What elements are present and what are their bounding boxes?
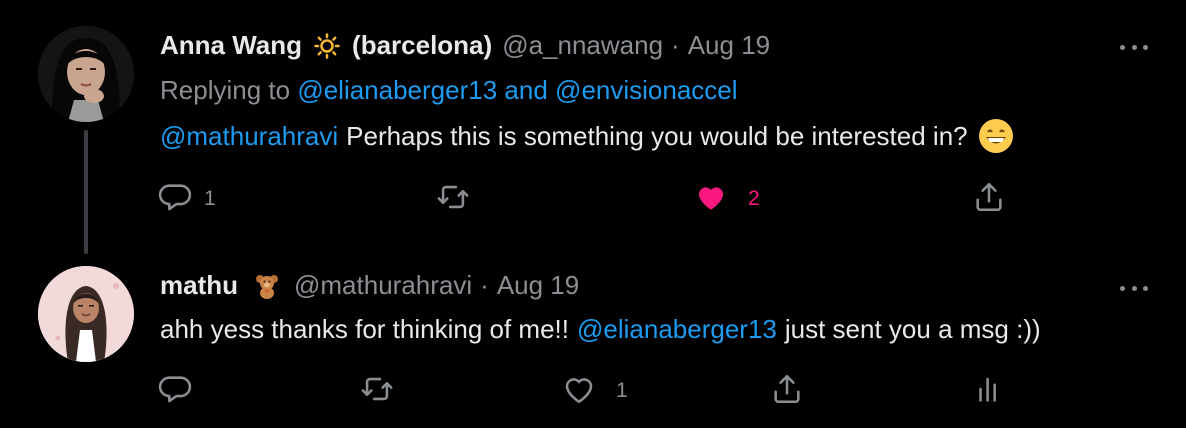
author-name[interactable]: mathu (160, 270, 238, 301)
tweet-text: @mathurahravi Perhaps this is something … (160, 118, 1014, 154)
tweet-date[interactable]: Aug 19 (688, 30, 770, 61)
thread-connector (84, 130, 88, 254)
teddy-bear-emoji (254, 273, 280, 299)
tweet-mathu[interactable]: mathu @mathurahravi · Aug 19 ahh yess th… (0, 248, 1186, 428)
reply-button[interactable] (158, 374, 192, 408)
share-icon (972, 180, 1006, 219)
more-icon[interactable] (1120, 42, 1148, 52)
analytics-button[interactable] (972, 374, 1006, 408)
like-button[interactable]: 2 (694, 182, 760, 216)
mention-link[interactable]: @elianaberger13 (577, 314, 777, 345)
sun-emoji (314, 32, 340, 59)
replying-mention-2[interactable]: @envisionaccel (555, 75, 737, 105)
tweet-text: ahh yess thanks for thinking of me!! @el… (160, 314, 1041, 345)
like-icon (562, 372, 596, 411)
replying-prefix: Replying to (160, 75, 291, 105)
reply-count: 1 (204, 187, 216, 210)
more-icon[interactable] (1120, 283, 1148, 293)
mention-link[interactable]: @mathurahravi (160, 121, 338, 152)
share-button[interactable] (770, 374, 804, 408)
like-icon (694, 180, 728, 219)
retweet-icon (360, 372, 394, 411)
author-handle[interactable]: @a_nnawang (502, 30, 663, 61)
retweet-icon (436, 180, 470, 219)
tweet-header: mathu @mathurahravi · Aug 19 (160, 270, 579, 301)
replying-and[interactable]: and (504, 75, 547, 105)
share-button[interactable] (972, 182, 1006, 216)
replying-mention-1[interactable]: @elianaberger13 (297, 75, 497, 105)
replying-to: Replying to @elianaberger13 and @envisio… (160, 75, 738, 106)
like-button[interactable]: 1 (562, 374, 628, 408)
author-tag[interactable]: (barcelona) (352, 30, 492, 61)
avatar-anna-wang[interactable] (38, 26, 134, 122)
tweet-date[interactable]: Aug 19 (497, 270, 579, 301)
analytics-icon (972, 372, 1006, 411)
author-handle[interactable]: @mathurahravi (294, 270, 472, 301)
header-separator: · (480, 270, 489, 300)
avatar-mathu[interactable] (38, 266, 134, 362)
author-name[interactable]: Anna Wang (160, 30, 302, 61)
grin-emoji (978, 118, 1014, 154)
tweet-body-end: just sent you a msg :)) (784, 314, 1041, 344)
reply-button[interactable]: 1 (158, 182, 216, 216)
header-separator: · (671, 30, 680, 60)
tweet-actions: 1 2 (158, 182, 1158, 216)
tweet-anna-wang[interactable]: Anna Wang (barcelona) @a_nnawang · Aug 1… (0, 0, 1186, 254)
tweet-actions: 1 (158, 374, 1158, 408)
tweet-header: Anna Wang (barcelona) @a_nnawang · Aug 1… (160, 30, 770, 61)
like-count: 2 (748, 187, 760, 210)
share-icon (770, 372, 804, 411)
retweet-button[interactable] (360, 374, 394, 408)
tweet-body-start: ahh yess thanks for thinking of me!! (160, 314, 569, 344)
tweet-body: Perhaps this is something you would be i… (346, 120, 968, 151)
reply-icon (158, 372, 192, 411)
retweet-button[interactable] (436, 182, 470, 216)
reply-icon (158, 180, 192, 219)
like-count: 1 (616, 379, 628, 402)
